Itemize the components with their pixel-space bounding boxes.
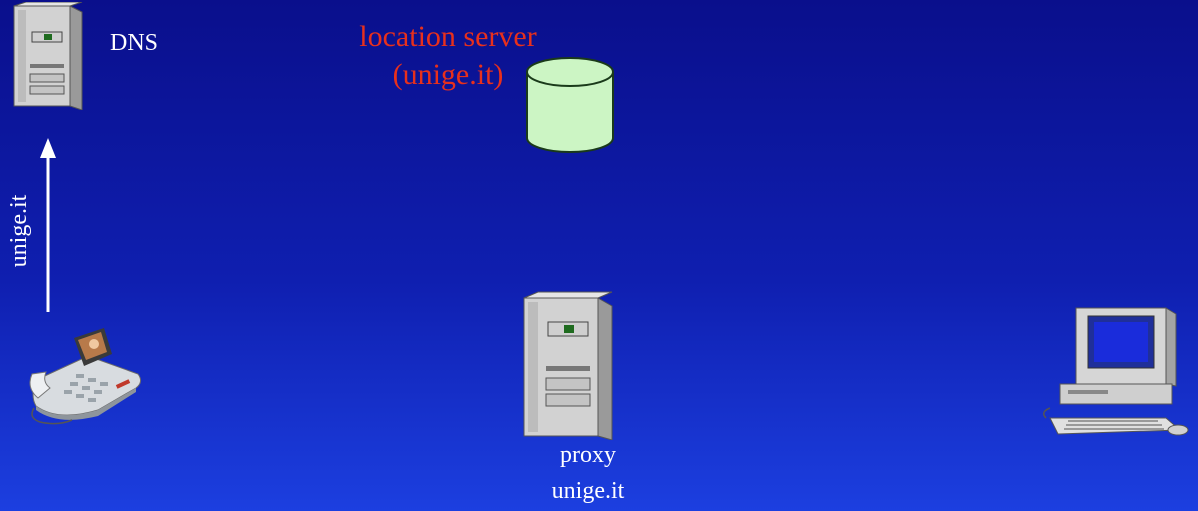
- proxy-server-icon: [523, 291, 613, 440]
- dns-server-icon: [13, 2, 83, 110]
- proxy-label: proxy: [560, 442, 616, 468]
- desktop-computer-icon: [1043, 307, 1189, 436]
- proxy-domain: unige.it: [551, 478, 625, 504]
- arrow-label: unige.it: [6, 194, 32, 268]
- location-server-title: location server: [359, 20, 537, 53]
- database-cylinder-icon: [526, 57, 614, 153]
- dns-query-arrow: [40, 138, 56, 312]
- dns-label: DNS: [110, 30, 159, 56]
- location-server-domain: (unige.it): [392, 58, 504, 91]
- video-phone-icon: [29, 328, 142, 425]
